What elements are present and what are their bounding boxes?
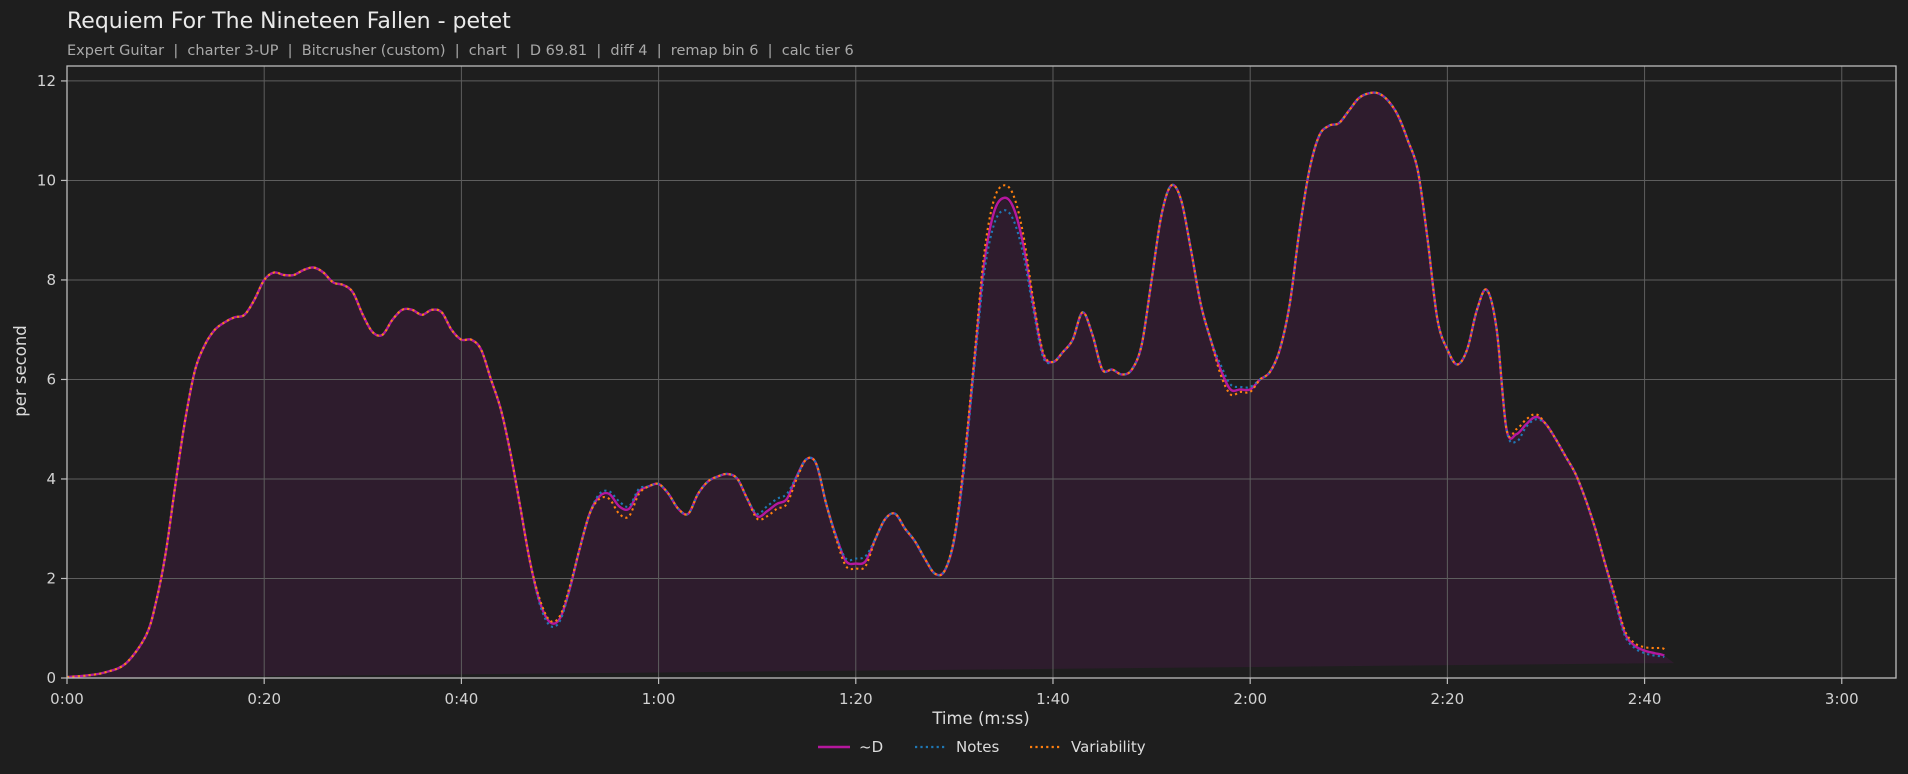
x-axis-label: Time (m:ss) (931, 709, 1029, 728)
y-tick-label: 10 (37, 171, 56, 189)
legend-label: Variability (1071, 738, 1146, 756)
area-fill (67, 93, 1675, 678)
y-axis-ticks: 0 2 4 6 8 10 12 (37, 72, 67, 687)
x-tick-label: 1:40 (1036, 690, 1070, 708)
x-tick-label: 0:40 (445, 690, 479, 708)
x-axis-ticks: 0:00 0:20 0:40 1:00 1:20 1:40 2:00 2:20 2:40 3:00 (50, 678, 1859, 708)
area-fill-path (67, 93, 1675, 678)
legend-label: ~D (859, 738, 883, 756)
x-tick-label: 0:20 (247, 690, 281, 708)
x-tick-label: 0:00 (50, 690, 84, 708)
chart: Requiem For The Nineteen Fallen - petet … (11, 9, 1897, 756)
x-tick-label: 2:20 (1431, 690, 1465, 708)
x-tick-label: 3:00 (1825, 690, 1859, 708)
legend: ~D Notes Variability (818, 738, 1146, 756)
chart-subtitle: Expert Guitar | charter 3-UP | Bitcrushe… (67, 43, 854, 59)
y-tick-label: 0 (46, 669, 56, 687)
y-tick-label: 12 (37, 72, 56, 90)
y-tick-label: 8 (46, 271, 56, 289)
y-tick-label: 2 (46, 569, 56, 587)
y-tick-label: 6 (46, 370, 56, 388)
x-tick-label: 2:40 (1628, 690, 1662, 708)
legend-label: Notes (956, 738, 1000, 756)
chart-title: Requiem For The Nineteen Fallen - petet (67, 9, 511, 34)
y-tick-label: 4 (46, 470, 56, 488)
x-tick-label: 1:00 (642, 690, 676, 708)
y-axis-label: per second (11, 325, 30, 417)
x-tick-label: 1:20 (839, 690, 873, 708)
x-tick-label: 2:00 (1233, 690, 1267, 708)
